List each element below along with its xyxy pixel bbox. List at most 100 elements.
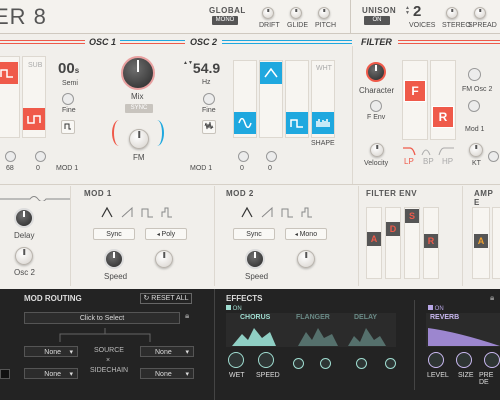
drift-knob[interactable] — [262, 7, 274, 19]
mod1-shapes[interactable] — [100, 205, 180, 223]
osc1-semi-value[interactable]: 00s — [58, 60, 79, 77]
fenv-knob[interactable] — [370, 100, 382, 112]
osc2-triangle-tile[interactable] — [260, 62, 282, 84]
mod2-mono-text: Mono — [299, 231, 318, 238]
sidechain-select-left[interactable]: None ▾ — [24, 368, 78, 379]
wet-knob[interactable] — [228, 352, 244, 368]
reverb-on-button[interactable]: ON — [428, 305, 444, 312]
noise-icon — [204, 121, 214, 130]
effects-on-button[interactable]: ON — [226, 305, 242, 312]
osc1-saw-tile[interactable] — [0, 62, 18, 84]
aenv-slot-d[interactable] — [492, 207, 500, 279]
reset-all-button[interactable]: ↻ RESET ALL — [140, 293, 192, 304]
chorus-tab[interactable]: CHORUS — [240, 314, 270, 321]
mod1-speed-knob[interactable] — [104, 249, 124, 269]
reverb-on-label: ON — [434, 306, 444, 312]
reverb-size-label: SIZE — [458, 372, 474, 379]
osc1-value-knob-2[interactable] — [35, 151, 46, 162]
wet-label: WET — [229, 372, 245, 379]
reverb-size-knob[interactable] — [456, 352, 472, 368]
osc2-square-tile[interactable] — [286, 112, 308, 134]
fenv-a-tile[interactable]: A — [367, 232, 381, 246]
osc2-noise-tile[interactable] — [312, 112, 334, 134]
velocity-knob[interactable] — [370, 143, 384, 157]
aenv-a-tile[interactable]: A — [474, 234, 488, 248]
fx-knob-3[interactable] — [293, 358, 304, 369]
delay-tab[interactable]: DELAY — [354, 314, 377, 321]
mod2-depth-knob[interactable] — [297, 250, 315, 268]
osc2-mod-select[interactable]: MOD 1 — [190, 165, 212, 172]
osc1-value-knob-1[interactable] — [5, 151, 16, 162]
filter-f-tile[interactable]: F — [404, 80, 426, 102]
mod2-mono-select[interactable]: ◂ Mono — [285, 228, 327, 240]
osc2-noise-button[interactable] — [202, 120, 216, 134]
osc2-value-knob-2[interactable] — [266, 151, 277, 162]
stereo-knob[interactable] — [446, 7, 458, 19]
osc1-fine-knob[interactable] — [62, 93, 74, 105]
filter-type-bp[interactable]: BP — [423, 157, 434, 166]
osc1-mod-select[interactable]: MOD 1 — [56, 165, 78, 172]
mod1-sync-button[interactable]: Sync — [93, 228, 135, 240]
reset-all-label: RESET ALL — [151, 295, 189, 302]
lfo-osc2-knob[interactable] — [15, 247, 33, 265]
fm-knob[interactable] — [129, 129, 149, 149]
lock-icon[interactable]: 🔒︎ — [185, 311, 189, 321]
global-mode-button[interactable]: MONO — [212, 16, 238, 25]
hz-arrows: ▲▼ — [183, 60, 193, 66]
fx-knob-5[interactable] — [356, 358, 367, 369]
mod1-poly-text: Poly — [161, 231, 176, 238]
filter-r-tile[interactable]: R — [432, 106, 454, 128]
fm-arc-left — [112, 120, 126, 146]
glide-knob[interactable] — [290, 7, 302, 19]
mod1-depth-knob[interactable] — [155, 250, 173, 268]
effects-shape-graph — [232, 328, 386, 346]
reverb-predelay-knob[interactable] — [484, 352, 500, 368]
sync-button[interactable]: SYNC — [125, 104, 153, 113]
osc2-fine-knob[interactable] — [203, 93, 215, 105]
mod2-sync-button[interactable]: Sync — [233, 228, 275, 240]
osc1-stripe — [0, 40, 85, 44]
fenv-slot-d[interactable] — [385, 207, 401, 279]
reverb-tab[interactable]: REVERB — [430, 314, 459, 321]
global-title: GLOBAL — [209, 6, 246, 15]
voices-stepper[interactable]: ▲ ▼ 2 — [405, 3, 435, 22]
flanger-tab[interactable]: FLANGER — [296, 314, 330, 321]
fm-osc2-knob[interactable] — [468, 68, 481, 81]
filter-value-knob[interactable] — [488, 151, 499, 162]
spread-knob[interactable] — [474, 7, 486, 19]
osc2-value-knob-1[interactable] — [238, 151, 249, 162]
character-knob[interactable] — [366, 62, 386, 82]
filter-type-hp[interactable]: HP — [442, 157, 453, 166]
pitch-knob[interactable] — [318, 7, 330, 19]
mod2-speed-knob[interactable] — [245, 249, 265, 269]
sidechain-select-right[interactable]: None ▾ — [140, 368, 194, 379]
filter-slot-2[interactable] — [430, 60, 456, 140]
fenv-r-tile[interactable]: R — [424, 234, 438, 248]
fenv-s-tile[interactable]: S — [405, 209, 419, 223]
filter-mod1-select[interactable]: Mod 1 — [465, 126, 484, 133]
osc1-retrig-button[interactable] — [61, 120, 75, 134]
fenv-d-tile[interactable]: D — [386, 222, 400, 236]
click-to-select-field[interactable]: Click to Select — [24, 312, 180, 324]
reverb-level-knob[interactable] — [428, 352, 444, 368]
source-select-left[interactable]: None ▾ — [24, 346, 78, 357]
lock-icon[interactable]: 🔒︎ — [490, 293, 494, 303]
kt-knob[interactable] — [469, 143, 483, 157]
kt-label: KT — [472, 160, 481, 167]
mod2-shapes[interactable] — [240, 205, 320, 223]
fx-knob-6[interactable] — [385, 358, 396, 369]
filter-type-lp[interactable]: LP — [404, 157, 414, 166]
unison-on-button[interactable]: ON — [364, 16, 390, 25]
mix-knob[interactable] — [121, 56, 155, 90]
osc2-hz-value[interactable]: ▲▼54.9 — [183, 60, 220, 76]
mod1-poly-select[interactable]: ◂ Poly — [145, 228, 187, 240]
routing-slot[interactable] — [0, 369, 10, 379]
speed-knob[interactable] — [258, 352, 274, 368]
filter-amount-knob[interactable] — [468, 100, 480, 112]
fx-knob-4[interactable] — [320, 358, 331, 369]
source-select-right[interactable]: None ▾ — [140, 346, 194, 357]
osc2-sine-tile[interactable] — [234, 112, 256, 134]
delay-knob[interactable] — [14, 208, 34, 228]
osc1-sub-tile[interactable] — [23, 108, 45, 130]
osc1-value-2: 0 — [36, 165, 40, 172]
